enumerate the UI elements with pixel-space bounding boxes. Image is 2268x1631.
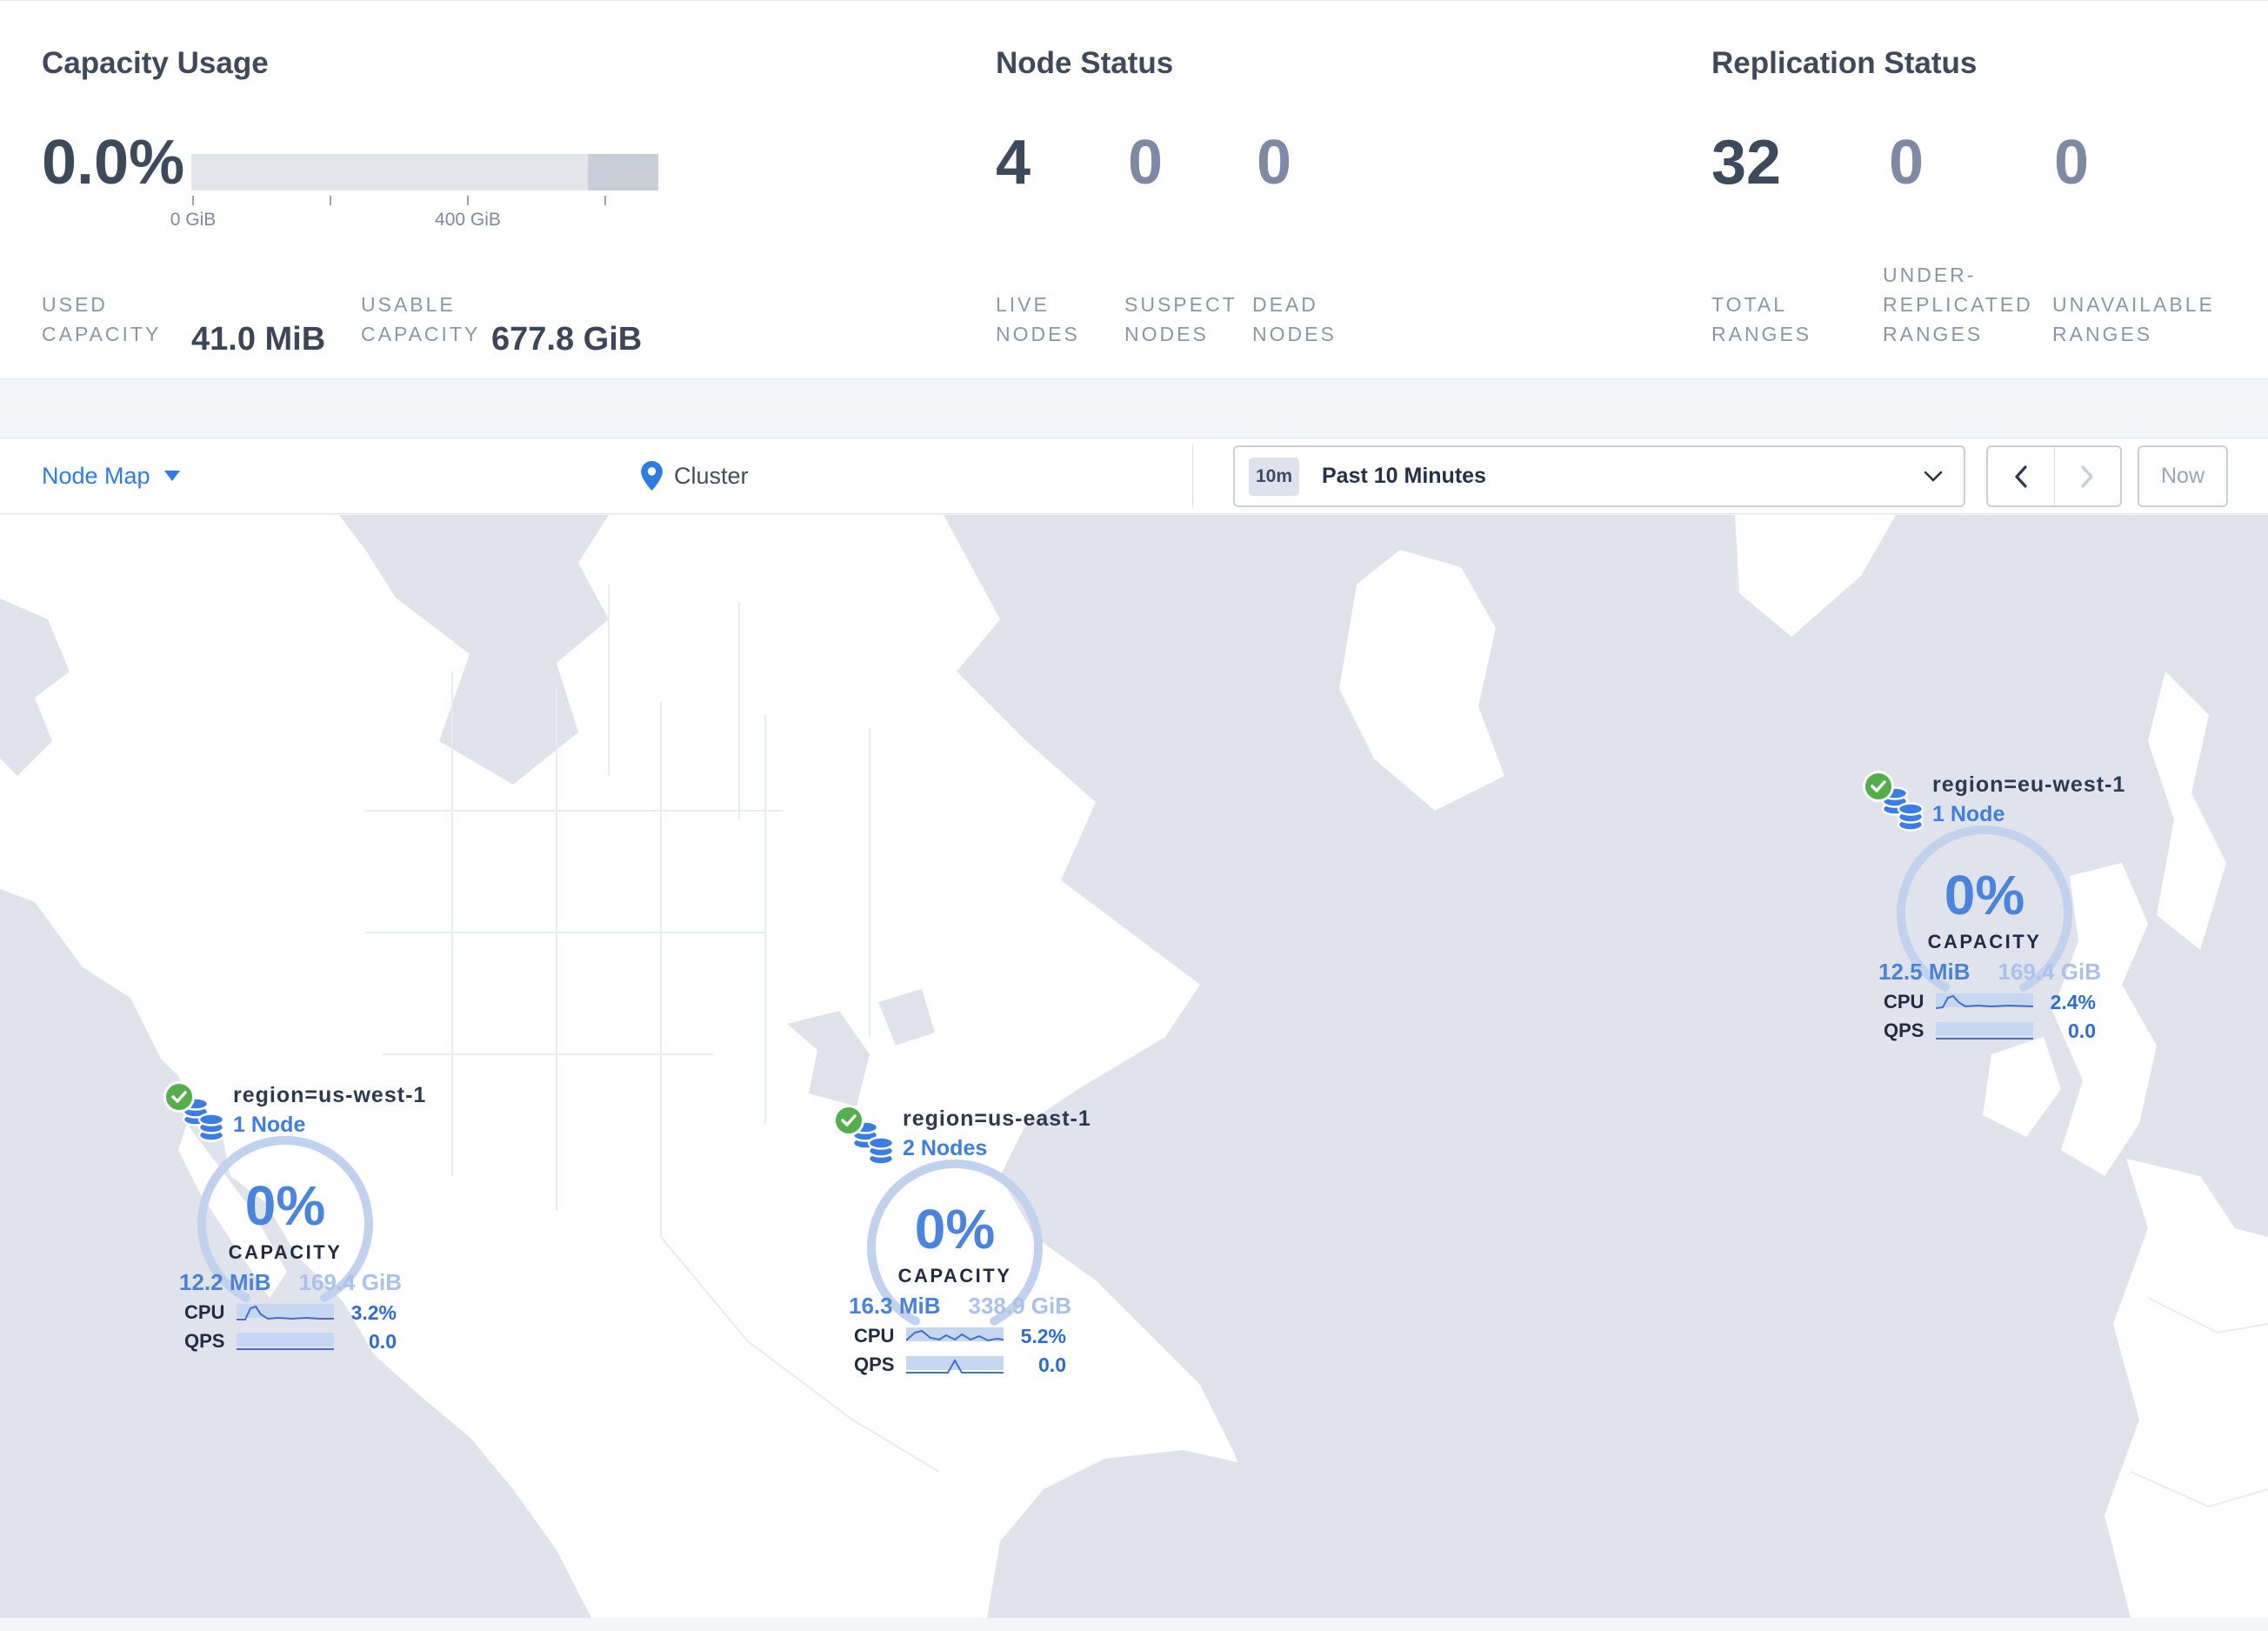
axis-tick <box>467 196 469 205</box>
cluster-stats-panel: Capacity Usage 0.0% 0 GiB 400 GiB USED C… <box>0 0 2268 379</box>
qps-label: QPS <box>184 1330 225 1352</box>
dead-nodes-value: 0 <box>1257 128 1292 197</box>
region-capacity-label: CAPACITY <box>228 1241 343 1263</box>
region-used-capacity: 16.3 MiB <box>849 1293 941 1319</box>
region-total-capacity: 338.9 GiB <box>968 1293 1071 1319</box>
healthy-check-icon <box>833 1105 864 1136</box>
region-label: region=eu-west-1 <box>1932 772 2126 797</box>
time-range-badge: 10m <box>1249 457 1299 496</box>
chevron-left-icon <box>2015 465 2027 488</box>
capacity-bar-reserved-segment <box>588 154 658 191</box>
node-status-title: Node Status <box>996 46 1174 80</box>
capacity-percent: 0.0% <box>42 128 185 197</box>
region-used-capacity: 12.2 MiB <box>179 1269 271 1295</box>
under-replicated-value: 0 <box>1889 128 1924 197</box>
dead-nodes-label: DEAD NODES <box>1252 293 1337 345</box>
region-label: region=us-east-1 <box>903 1106 1091 1131</box>
now-button-label: Now <box>2160 464 2205 488</box>
world-map <box>0 515 2268 1618</box>
usable-capacity-value: 677.8 GiB <box>491 321 643 358</box>
cpu-sparkline <box>237 1304 334 1320</box>
qps-label: QPS <box>1884 1019 1924 1041</box>
suspect-nodes-value: 0 <box>1128 128 1164 197</box>
usable-capacity-label: USABLE CAPACITY <box>361 293 481 345</box>
cpu-label: CPU <box>184 1301 225 1323</box>
live-nodes-label: LIVE NODES <box>996 293 1080 345</box>
capacity-usage-title: Capacity Usage <box>42 46 269 80</box>
cockroachdb-cluster-overview: { "stats_panel": { "capacity": { "title"… <box>0 0 2268 1631</box>
live-nodes-value: 4 <box>996 128 1031 197</box>
cpu-label: CPU <box>1884 991 1924 1013</box>
cpu-sparkline <box>906 1327 1004 1342</box>
now-button[interactable]: Now <box>2138 445 2228 507</box>
axis-tick-label-400: 400 GiB <box>435 210 501 230</box>
cpu-sparkline <box>1936 993 2033 1009</box>
region-capacity-percent: 0% <box>244 1174 326 1237</box>
location-pin-icon <box>641 461 663 491</box>
unavailable-ranges-label: UNAVAILABLE RANGES <box>2052 293 2215 345</box>
time-forward-button[interactable] <box>2055 447 2121 505</box>
qps-sparkline <box>906 1356 1004 1374</box>
node-map: region=us-west-1 1 Node 0% CAPACITY 12.2… <box>0 515 2268 1618</box>
axis-tick <box>192 196 194 205</box>
axis-tick <box>330 196 331 205</box>
healthy-check-icon <box>1863 771 1894 802</box>
total-ranges-value: 32 <box>1711 128 1782 197</box>
region-marker-us-west-1[interactable]: region=us-west-1 1 Node 0% CAPACITY 12.2… <box>163 1076 425 1363</box>
region-capacity-label: CAPACITY <box>897 1265 1012 1287</box>
region-capacity-percent: 0% <box>914 1198 996 1260</box>
breadcrumb-cluster: Cluster <box>674 462 749 489</box>
time-range-dropdown[interactable]: 10m Past 10 Minutes <box>1233 445 1965 507</box>
qps-sparkline <box>1936 1022 2033 1039</box>
unavailable-ranges-value: 0 <box>2054 128 2090 197</box>
qps-label: QPS <box>854 1354 895 1375</box>
qps-value: 0.0 <box>2068 1019 2096 1042</box>
time-range-label: Past 10 Minutes <box>1322 464 1486 488</box>
qps-value: 0.0 <box>369 1329 397 1353</box>
region-total-capacity: 169.4 GiB <box>298 1269 402 1295</box>
cpu-value: 5.2% <box>1020 1324 1066 1347</box>
qps-value: 0.0 <box>1038 1353 1066 1376</box>
cpu-label: CPU <box>854 1325 895 1347</box>
used-capacity-label: USED CAPACITY <box>42 293 162 345</box>
axis-tick-label-0: 0 GiB <box>170 210 217 230</box>
chevron-right-icon <box>2081 465 2093 488</box>
chevron-down-icon <box>1924 471 1943 482</box>
region-capacity-percent: 0% <box>1944 864 2025 926</box>
used-capacity-value: 41.0 MiB <box>191 321 326 358</box>
chevron-down-icon <box>163 471 180 481</box>
qps-sparkline <box>237 1333 334 1350</box>
breadcrumb[interactable]: Cluster <box>641 438 749 513</box>
toolbar-divider <box>1192 445 1193 507</box>
cpu-value: 2.4% <box>2050 990 2096 1013</box>
under-replicated-label: UNDER-REPLICATED RANGES <box>1883 264 2033 345</box>
capacity-usage-bar <box>191 154 658 191</box>
cpu-value: 3.2% <box>350 1300 397 1324</box>
region-total-capacity: 169.4 GiB <box>1998 959 2101 985</box>
region-used-capacity: 12.5 MiB <box>1878 959 1971 985</box>
total-ranges-label: TOTAL RANGES <box>1711 293 1812 345</box>
time-back-button[interactable] <box>1988 447 2055 505</box>
map-toolbar: Node Map Cluster 10m Past 10 Minutes Now <box>0 438 2268 514</box>
region-marker-eu-west-1[interactable]: region=eu-west-1 1 Node 0% CAPACITY 12.5… <box>1863 765 2125 1053</box>
axis-tick <box>604 196 606 205</box>
region-capacity-label: CAPACITY <box>1927 931 2042 953</box>
view-selector-label: Node Map <box>42 462 150 489</box>
healthy-check-icon <box>163 1081 195 1113</box>
region-label: region=us-west-1 <box>233 1083 427 1107</box>
region-marker-us-east-1[interactable]: region=us-east-1 2 Nodes 0% CAPACITY 16.… <box>833 1100 1091 1387</box>
suspect-nodes-label: SUSPECT NODES <box>1124 293 1237 345</box>
view-selector-dropdown[interactable]: Node Map <box>42 438 180 513</box>
time-pager <box>1986 445 2122 507</box>
replication-status-title: Replication Status <box>1711 46 1978 80</box>
